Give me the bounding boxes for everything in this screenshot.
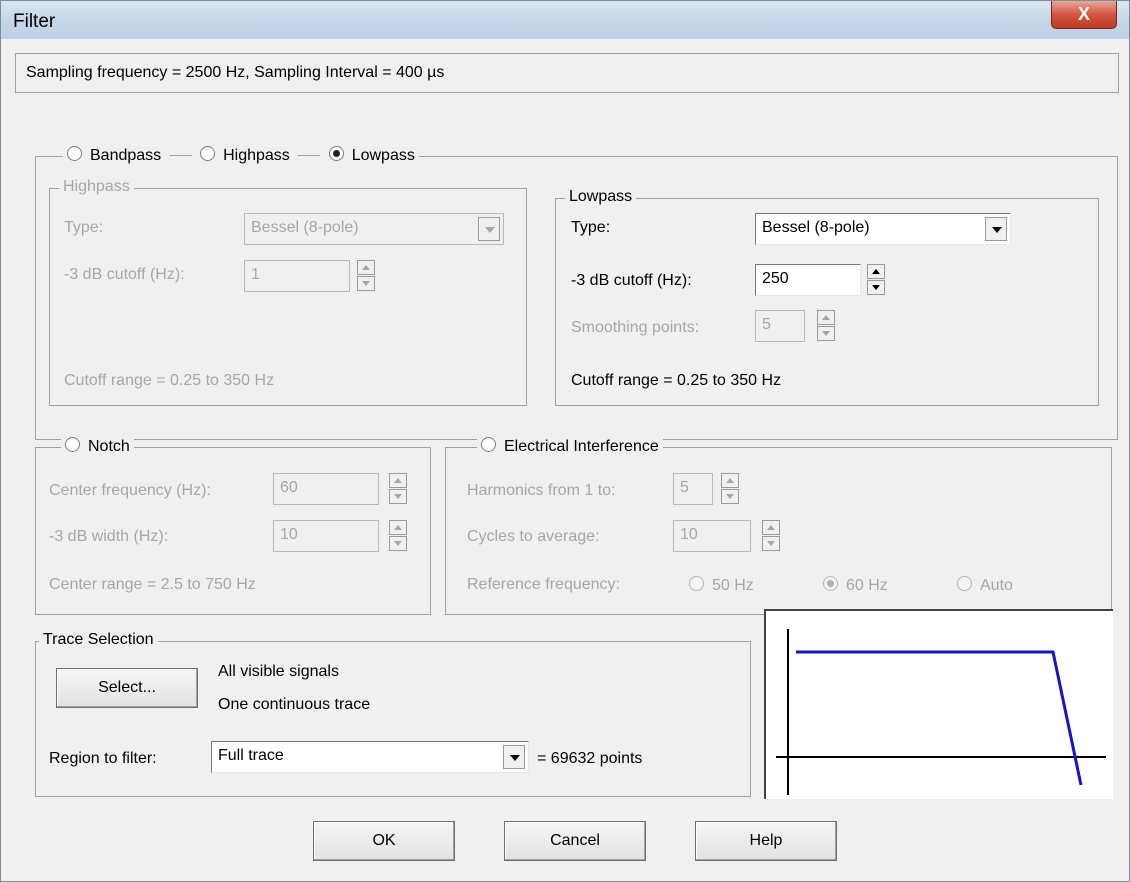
spin-down-icon [721,489,739,504]
interference-legend[interactable]: Electrical Interference [477,437,663,456]
cycles-input[interactable]: 10 [673,520,751,552]
notch-center-spinner[interactable] [389,473,407,505]
spin-down-icon [389,489,407,504]
spin-up-icon [817,310,835,325]
notch-center-label: Center frequency (Hz): [49,482,211,499]
highpass-range-text: Cutoff range = 0.25 to 350 Hz [64,372,275,389]
lowpass-type-select[interactable]: Bessel (8-pole) [755,213,1011,245]
spin-down-icon [762,536,780,551]
radio-icon [65,437,80,452]
filter-type-radios: Bandpass Highpass Lowpass [63,146,419,165]
points-count-text: = 69632 points [537,750,643,767]
chevron-down-icon [985,217,1007,241]
lowpass-smoothing-label: Smoothing points: [571,319,700,336]
highpass-type-label: Type: [64,219,104,236]
spin-up-icon [357,260,375,275]
notch-width-label: -3 dB width (Hz): [49,528,169,545]
spin-up-icon [762,520,780,535]
sampling-info-text: Sampling frequency = 2500 Hz, Sampling I… [26,64,445,81]
chevron-down-icon [478,217,500,241]
radio-icon [481,437,496,452]
title-bar: Filter X [1,1,1129,39]
spin-down-icon [357,276,375,291]
radio-icon [957,576,972,591]
radio-icon [689,576,704,591]
filter-dialog: Filter X Sampling frequency = 2500 Hz, S… [0,0,1130,882]
spin-up-icon [389,473,407,488]
notch-width-input[interactable]: 10 [273,520,379,552]
signals-text: All visible signals [218,663,339,680]
close-icon: X [1077,4,1090,24]
lowpass-smoothing-spinner[interactable] [817,310,835,342]
ref-50hz-radio[interactable]: 50 Hz [689,576,754,595]
lowpass-range-text: Cutoff range = 0.25 to 350 Hz [571,372,782,389]
ref-60hz-radio[interactable]: 60 Hz [823,576,888,595]
notch-width-spinner[interactable] [389,520,407,552]
region-select[interactable]: Full trace [211,741,529,773]
harmonics-label: Harmonics from 1 to: [467,482,616,499]
notch-center-input[interactable]: 60 [273,473,379,505]
spin-down-icon [389,536,407,551]
spin-up-icon [867,264,885,279]
cancel-button[interactable]: Cancel [504,821,646,861]
filter-response-preview [764,609,1113,799]
highpass-type-select[interactable]: Bessel (8-pole) [244,213,504,245]
chevron-down-icon [503,745,525,769]
harmonics-spinner[interactable] [721,473,739,505]
highpass-radio[interactable]: Highpass [200,146,290,164]
radio-icon [67,146,82,161]
highpass-cutoff-label: -3 dB cutoff (Hz): [64,266,185,283]
spin-down-icon [817,326,835,341]
sampling-info-panel: Sampling frequency = 2500 Hz, Sampling I… [15,53,1119,93]
lowpass-cutoff-label: -3 dB cutoff (Hz): [571,272,692,289]
notch-range-text: Center range = 2.5 to 750 Hz [49,576,256,593]
lowpass-response-line [796,650,1083,786]
trace-selection-legend: Trace Selection [39,631,158,649]
close-button[interactable]: X [1051,1,1117,29]
select-traces-button[interactable]: Select... [56,668,198,708]
lowpass-legend: Lowpass [565,188,637,206]
spin-up-icon [389,520,407,535]
lowpass-radio[interactable]: Lowpass [328,146,415,164]
lowpass-cutoff-input[interactable]: 250 [755,264,861,296]
bandpass-radio[interactable]: Bandpass [67,146,161,164]
notch-legend[interactable]: Notch [61,437,134,456]
ref-auto-radio[interactable]: Auto [957,576,1013,595]
window-title: Filter [13,11,56,32]
highpass-cutoff-spinner[interactable] [357,260,375,292]
reference-frequency-label: Reference frequency: [467,576,620,593]
highpass-cutoff-input[interactable]: 1 [244,260,350,292]
lowpass-cutoff-spinner[interactable] [867,264,885,296]
spin-up-icon [721,473,739,488]
lowpass-type-label: Type: [571,219,611,236]
harmonics-input[interactable]: 5 [673,473,713,505]
response-graph [776,629,1106,795]
cycles-spinner[interactable] [762,520,780,552]
spin-down-icon [867,280,885,295]
help-button[interactable]: Help [695,821,837,861]
radio-selected-icon [328,146,344,161]
cycles-label: Cycles to average: [467,528,600,545]
radio-icon [200,146,216,161]
lowpass-smoothing-input[interactable]: 5 [755,310,805,342]
region-label: Region to filter: [49,750,157,767]
ok-button[interactable]: OK [313,821,455,861]
radio-selected-icon [823,576,838,591]
trace-selection-group [35,641,751,797]
trace-mode-text: One continuous trace [218,696,371,713]
highpass-legend: Highpass [59,178,134,196]
